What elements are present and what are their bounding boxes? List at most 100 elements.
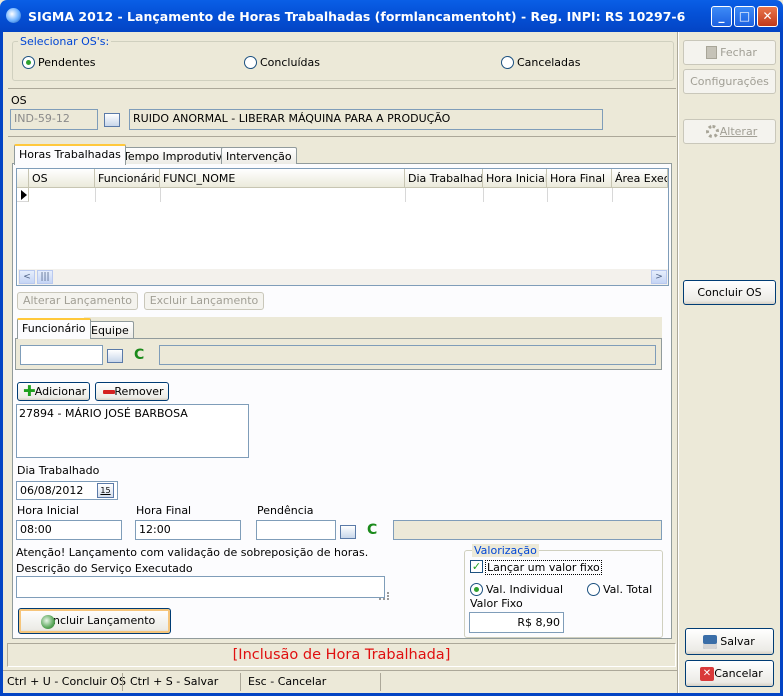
alterar-button[interactable]: Alterar — [683, 119, 776, 144]
plus-icon: ✚ — [23, 382, 36, 400]
worker-refresh-icon[interactable]: C — [134, 347, 144, 363]
shortcut-concluir: Ctrl + U - Concluir OS — [7, 675, 126, 688]
app-icon — [6, 8, 21, 23]
fechar-label: Fechar — [720, 46, 757, 59]
alterar-lancamento-button[interactable]: Alterar Lançamento — [17, 292, 138, 310]
hora-inicial-field[interactable]: 08:00 — [16, 520, 122, 540]
dia-trabalhado-value: 06/08/2012 — [20, 484, 84, 497]
valor-fixo-field[interactable]: R$ 8,90 — [469, 612, 564, 633]
valor-fixo-label: Valor Fixo — [470, 597, 523, 610]
os-filter-legend: Selecionar OS's: — [18, 35, 112, 48]
radio-val-individual[interactable] — [470, 583, 483, 596]
os-separator — [8, 88, 676, 89]
radio-concluidas[interactable] — [244, 56, 257, 69]
remover-button[interactable]: Remover — [95, 382, 169, 401]
valor-fixo-checkbox[interactable]: ✓ — [470, 560, 483, 573]
configuracoes-button[interactable]: Configurações — [683, 69, 776, 94]
tab-intervencao[interactable]: Intervenção — [221, 147, 297, 164]
tab-equipe[interactable]: Equipe — [86, 321, 134, 338]
workers-list[interactable]: 27894 - MÁRIO JOSÉ BARBOSA — [16, 404, 249, 458]
grid-col-area-exec[interactable]: Área Exec — [612, 169, 668, 188]
grid-row[interactable] — [17, 188, 29, 202]
pendencia-search-icon[interactable] — [340, 525, 356, 539]
grid-col-hora-inicial[interactable]: Hora Inicial — [483, 169, 547, 188]
radio-val-total[interactable] — [587, 583, 600, 596]
window-title: SIGMA 2012 - Lançamento de Horas Trabalh… — [28, 9, 686, 24]
overlap-warning: Atenção! Lançamento com validação de sob… — [16, 546, 369, 559]
grid-col-funcionarios[interactable]: Funcionários — [95, 169, 160, 188]
radio-val-individual-label[interactable]: Val. Individual — [486, 583, 563, 596]
calendar-icon[interactable]: 15 — [97, 483, 114, 498]
valor-fixo-checkbox-label[interactable]: Lançar um valor fixo — [485, 560, 602, 575]
shortcut-salvar: Ctrl + S - Salvar — [130, 675, 219, 688]
status-sep — [380, 673, 381, 691]
descricao-label: Descrição do Serviço Executado — [16, 562, 193, 575]
adicionar-button[interactable]: ✚ Adicionar — [17, 382, 90, 401]
radio-canceladas-label[interactable]: Canceladas — [517, 56, 580, 69]
hora-final-field[interactable]: 12:00 — [135, 520, 241, 540]
door-icon — [706, 46, 717, 59]
os-description-field: RUIDO ANORMAL - LIBERAR MÁQUINA PARA A P… — [129, 109, 603, 130]
os-label: OS — [11, 94, 27, 107]
scroll-thumb[interactable]: ||| — [37, 270, 53, 284]
hora-final-label: Hora Final — [136, 504, 192, 517]
grid-cell-divider — [483, 188, 484, 202]
incluir-lancamento-button[interactable]: Incluir Lançamento — [18, 608, 171, 634]
minus-icon — [103, 390, 115, 394]
grid-cell-divider — [547, 188, 548, 202]
grid-cell-divider — [95, 188, 96, 202]
excluir-lancamento-button[interactable]: Excluir Lançamento — [144, 292, 264, 310]
title-bar[interactable]: SIGMA 2012 - Lançamento de Horas Trabalh… — [0, 0, 783, 32]
descricao-input[interactable] — [16, 576, 385, 598]
concluir-os-button[interactable]: Concluir OS — [683, 280, 776, 305]
pendencia-label: Pendência — [257, 504, 314, 517]
os-search-icon[interactable] — [104, 113, 120, 127]
os-separator-bottom — [8, 136, 676, 137]
scroll-right-icon[interactable]: > — [651, 270, 667, 284]
grid-hscrollbar[interactable]: < ||| > — [18, 269, 668, 285]
pendencia-refresh-icon[interactable]: C — [367, 522, 377, 538]
tab-funcionario[interactable]: Funcionário — [17, 318, 91, 339]
worker-tab-strip — [84, 317, 662, 338]
pendencia-name-field — [393, 520, 662, 540]
alterar-label: Alterar — [719, 125, 758, 138]
worker-code-input[interactable] — [20, 345, 103, 365]
shortcut-cancelar: Esc - Cancelar — [248, 675, 327, 688]
resize-grip-icon — [379, 592, 389, 600]
cancelar-button[interactable]: ✕ Cancelar — [685, 660, 774, 687]
hours-grid[interactable]: OS Funcionários FUNCI_NOME Dia Trabalhad… — [16, 168, 669, 286]
hora-inicial-label: Hora Inicial — [17, 504, 79, 517]
tab-horas-trabalhadas[interactable]: Horas Trabalhadas — [14, 144, 126, 165]
incluir-label: Incluir Lançamento — [49, 614, 156, 627]
save-icon — [703, 635, 717, 649]
grid-indicator-header — [17, 169, 29, 188]
minimize-button[interactable]: _ — [711, 6, 732, 27]
os-code-field[interactable]: IND-59-12 — [10, 109, 98, 130]
tab-tempo-improdutivo[interactable]: Tempo Improdutivo — [118, 147, 235, 164]
fechar-button[interactable]: Fechar — [683, 40, 776, 65]
maximize-button[interactable]: □ — [734, 6, 755, 27]
status-message: [Inclusão de Hora Trabalhada] — [7, 643, 676, 667]
radio-canceladas[interactable] — [501, 56, 514, 69]
salvar-button[interactable]: Salvar — [685, 628, 774, 655]
radio-concluidas-label[interactable]: Concluídas — [260, 56, 320, 69]
dia-trabalhado-field[interactable]: 06/08/2012 15 — [16, 481, 118, 500]
incluir-icon — [41, 615, 55, 629]
pendencia-input[interactable] — [256, 520, 336, 540]
grid-col-hora-final[interactable]: Hora Final — [547, 169, 612, 188]
radio-pendentes[interactable] — [22, 56, 35, 69]
grid-col-funci-nome[interactable]: FUNCI_NOME — [160, 169, 405, 188]
grid-col-dia[interactable]: Dia Trabalhado — [405, 169, 483, 188]
remover-label: Remover — [114, 385, 164, 398]
list-item[interactable]: 27894 - MÁRIO JOSÉ BARBOSA — [19, 407, 246, 420]
status-bar: Ctrl + U - Concluir OS Ctrl + S - Salvar… — [3, 670, 677, 693]
scroll-left-icon[interactable]: < — [19, 270, 35, 284]
close-button[interactable]: ✕ — [757, 6, 778, 27]
gear-icon — [706, 125, 719, 138]
radio-pendentes-label[interactable]: Pendentes — [38, 56, 96, 69]
grid-col-os[interactable]: OS — [29, 169, 95, 188]
worker-search-icon[interactable] — [107, 349, 123, 363]
cancel-icon: ✕ — [700, 667, 714, 681]
radio-val-total-label[interactable]: Val. Total — [603, 583, 652, 596]
cancelar-label: Cancelar — [714, 667, 763, 680]
